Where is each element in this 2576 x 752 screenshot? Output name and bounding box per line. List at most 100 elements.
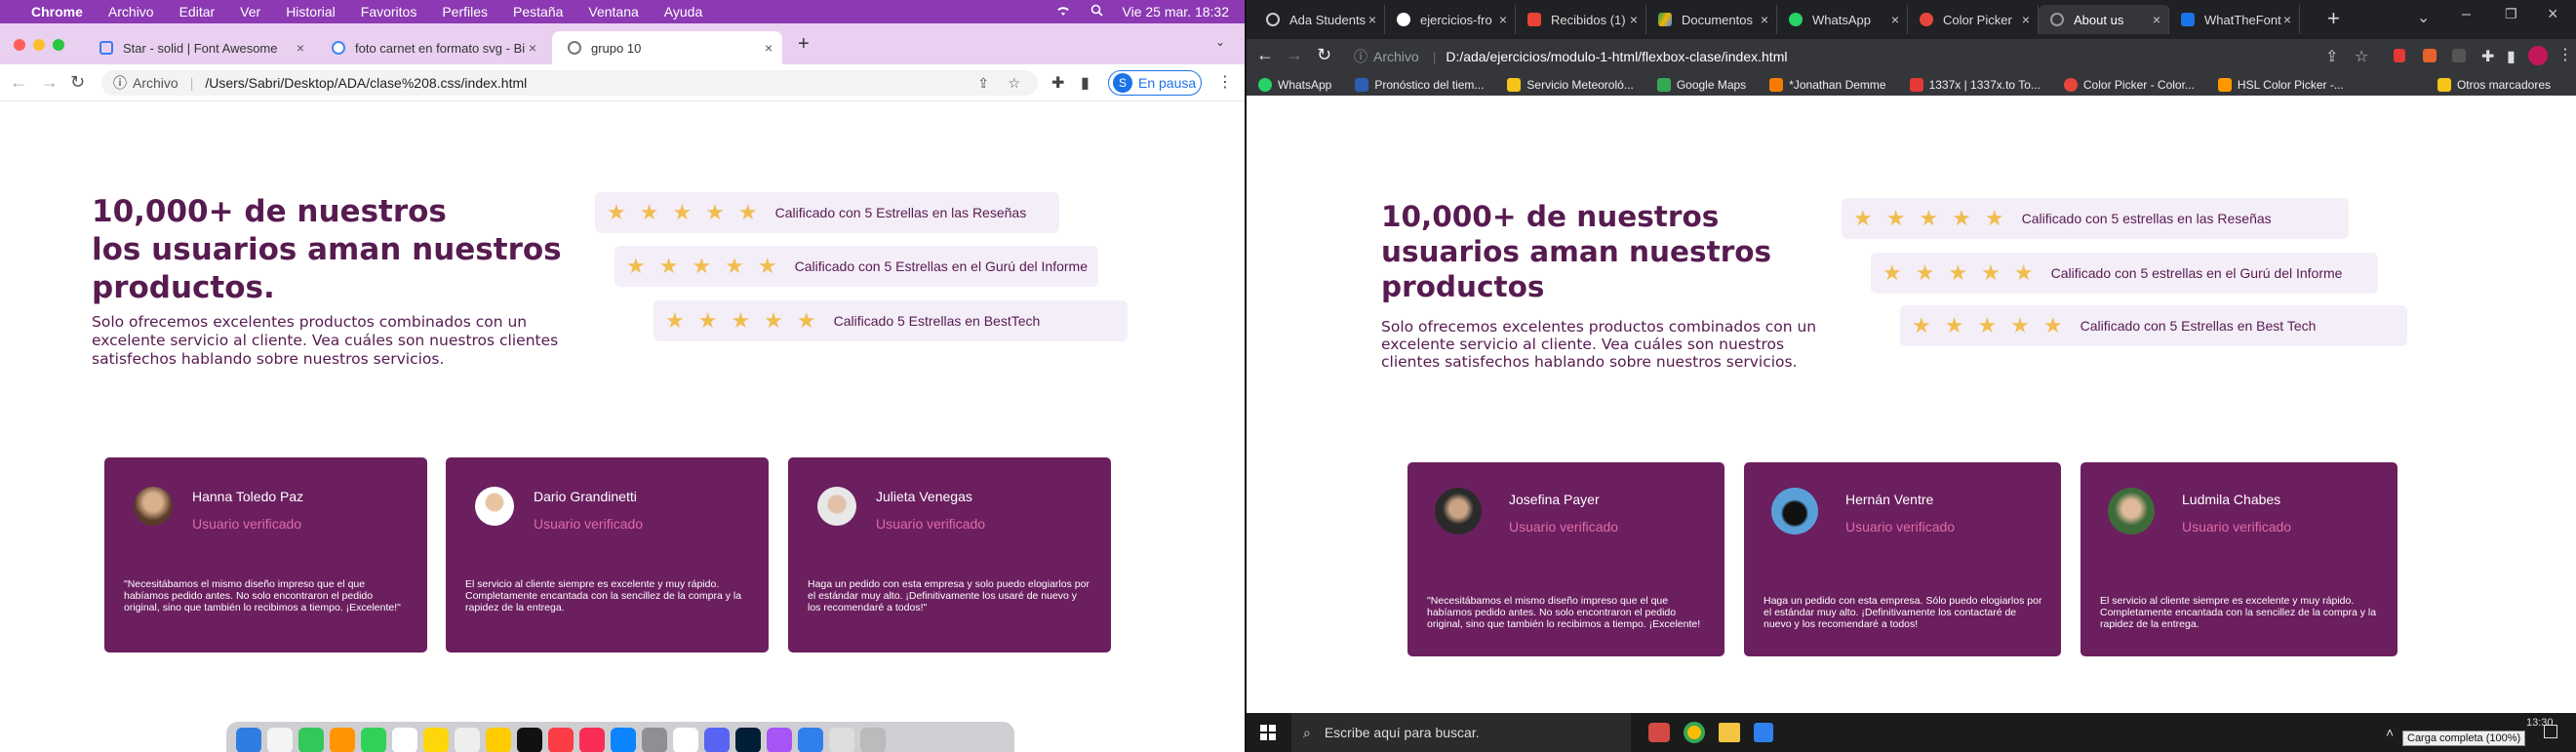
tab-gmail[interactable]: Recibidos (1) × <box>1516 5 1646 34</box>
back-icon[interactable]: ← <box>10 72 27 93</box>
sidepanel-icon[interactable]: ▮ <box>2507 47 2516 66</box>
notes-icon[interactable] <box>423 728 449 752</box>
close-icon[interactable]: × <box>1368 12 1376 27</box>
close-icon[interactable]: × <box>1891 12 1899 27</box>
discord-icon[interactable] <box>704 728 730 752</box>
extension-icon[interactable] <box>2423 49 2437 62</box>
info-icon[interactable]: ⓘ <box>113 73 127 93</box>
minimize-window-icon[interactable] <box>33 39 45 51</box>
menu-favoritos[interactable]: Favoritos <box>361 4 417 20</box>
bookmark-google-maps[interactable]: Google Maps <box>1656 78 1746 92</box>
extension-icon[interactable] <box>2394 49 2405 62</box>
calendar-icon[interactable] <box>392 728 417 752</box>
new-tab-icon[interactable]: + <box>798 33 810 56</box>
close-icon[interactable]: × <box>2283 12 2291 27</box>
forward-icon[interactable]: → <box>41 72 59 93</box>
settings-icon[interactable] <box>642 728 667 752</box>
menu-ver[interactable]: Ver <box>240 4 260 20</box>
close-icon[interactable]: × <box>1630 12 1638 27</box>
extensions-icon[interactable]: ✚ <box>1051 73 1064 93</box>
chrome-icon[interactable] <box>1684 722 1705 743</box>
app-icon[interactable] <box>1648 723 1670 742</box>
address-bar[interactable]: ⓘ Archivo | /Users/Sabri/Desktop/ADA/cla… <box>101 70 1038 96</box>
messages-icon[interactable] <box>298 728 324 752</box>
close-icon[interactable]: × <box>1499 12 1507 27</box>
messenger-icon[interactable] <box>767 728 792 752</box>
windows-start-icon[interactable] <box>1260 725 1276 743</box>
more-menu-icon[interactable]: ⋮ <box>2557 45 2573 64</box>
menu-perfiles[interactable]: Perfiles <box>442 4 488 20</box>
sidepanel-icon[interactable]: ▮ <box>1081 73 1090 93</box>
new-tab-icon[interactable]: + <box>2327 6 2340 31</box>
close-icon[interactable]: × <box>529 40 536 56</box>
tab-whatsapp[interactable]: WhatsApp × <box>1777 5 1908 34</box>
bookmark-whatsapp[interactable]: WhatsApp <box>1258 78 1331 92</box>
menu-editar[interactable]: Editar <box>179 4 216 20</box>
taskbar-search[interactable]: ⌕ Escribe aquí para buscar. <box>1291 713 1631 752</box>
menu-pestana[interactable]: Pestaña <box>513 4 563 20</box>
tab-ada-students[interactable]: Ada Students × <box>1254 5 1385 34</box>
close-icon[interactable]: × <box>2153 12 2160 27</box>
other-bookmarks[interactable]: Otros marcadores <box>2437 78 2551 92</box>
chevron-down-icon[interactable]: ⌄ <box>1215 35 1225 49</box>
address-bar[interactable]: ⓘ Archivo | D:/ada/ejercicios/modulo-1-h… <box>1354 43 2329 70</box>
share-icon[interactable]: ⇪ <box>977 75 989 92</box>
chevron-down-icon[interactable]: ⌄ <box>2417 8 2430 27</box>
photos-icon[interactable] <box>330 728 355 752</box>
finder-icon[interactable] <box>236 728 261 752</box>
tab-about-us[interactable]: About us × <box>2039 5 2169 34</box>
profile-paused-button[interactable]: S En pausa <box>1108 70 1202 96</box>
more-menu-icon[interactable]: ⋮ <box>1217 72 1233 92</box>
info-icon[interactable]: ⓘ <box>1354 47 1367 66</box>
menu-chrome[interactable]: Chrome <box>31 4 83 20</box>
reminders-icon[interactable] <box>455 728 480 752</box>
maximize-window-icon[interactable] <box>53 39 64 51</box>
tab-foto-carnet[interactable]: foto carnet en formato svg - Bi × <box>316 31 546 64</box>
extension-icon[interactable] <box>2452 49 2466 62</box>
folder-icon[interactable] <box>486 728 511 752</box>
chevron-up-icon[interactable]: ˄ <box>2386 725 2394 740</box>
file-explorer-icon[interactable] <box>1719 723 1740 742</box>
tab-grupo-10[interactable]: grupo 10 × <box>552 31 782 64</box>
menu-ventana[interactable]: Ventana <box>588 4 638 20</box>
share-icon[interactable]: ⇪ <box>2325 47 2338 66</box>
bookmark-star-icon[interactable]: ☆ <box>2355 47 2368 66</box>
tab-github[interactable]: ejercicios-fro × <box>1385 5 1516 34</box>
photoshop-icon[interactable] <box>735 728 761 752</box>
app-store-icon[interactable] <box>611 728 636 752</box>
close-icon[interactable]: × <box>297 40 304 56</box>
downloads-icon[interactable] <box>829 728 854 752</box>
notifications-icon[interactable] <box>2544 725 2557 738</box>
chrome-icon[interactable] <box>673 728 698 752</box>
avatar[interactable] <box>2528 46 2548 65</box>
close-icon[interactable]: × <box>765 40 773 56</box>
menubar-clock[interactable]: Vie 25 mar. 18:32 <box>1123 4 1229 20</box>
bookmark-hsl-color-picker[interactable]: HSL Color Picker -... <box>2217 78 2344 92</box>
trash-icon[interactable] <box>860 728 886 752</box>
bookmark-1337x[interactable]: 1337x | 1337x.to To... <box>1909 78 2041 92</box>
close-icon[interactable]: × <box>1761 12 1768 27</box>
menu-ayuda[interactable]: Ayuda <box>664 4 702 20</box>
bookmark-pronostico[interactable]: Pronóstico del tiem... <box>1355 78 1484 92</box>
vscode-icon[interactable] <box>798 728 823 752</box>
close-icon[interactable]: × <box>2022 12 2030 27</box>
bookmark-color-picker[interactable]: Color Picker - Color... <box>2063 78 2195 92</box>
minimize-icon[interactable]: – <box>2462 6 2471 23</box>
search-icon[interactable] <box>1090 4 1103 20</box>
back-icon[interactable]: ← <box>1256 45 1274 65</box>
tv-icon[interactable] <box>517 728 542 752</box>
menu-historial[interactable]: Historial <box>286 4 336 20</box>
wifi-icon[interactable] <box>1055 4 1071 20</box>
forward-icon[interactable]: → <box>1286 45 1303 65</box>
restore-icon[interactable]: ❐ <box>2505 6 2517 22</box>
bookmark-star-icon[interactable]: ☆ <box>1008 75 1020 92</box>
tab-drive[interactable]: Documentos × <box>1646 5 1777 34</box>
tab-color-picker[interactable]: Color Picker × <box>1908 5 2039 34</box>
tab-whatthefont[interactable]: WhatTheFont × <box>2169 5 2300 34</box>
vscode-icon[interactable] <box>1754 723 1773 742</box>
facetime-icon[interactable] <box>361 728 386 752</box>
extensions-icon[interactable]: ✚ <box>2481 47 2494 66</box>
close-window-icon[interactable] <box>14 39 25 51</box>
podcasts-icon[interactable] <box>579 728 605 752</box>
bookmark-servicio-meteorologico[interactable]: Servicio Meteoroló... <box>1507 78 1634 92</box>
